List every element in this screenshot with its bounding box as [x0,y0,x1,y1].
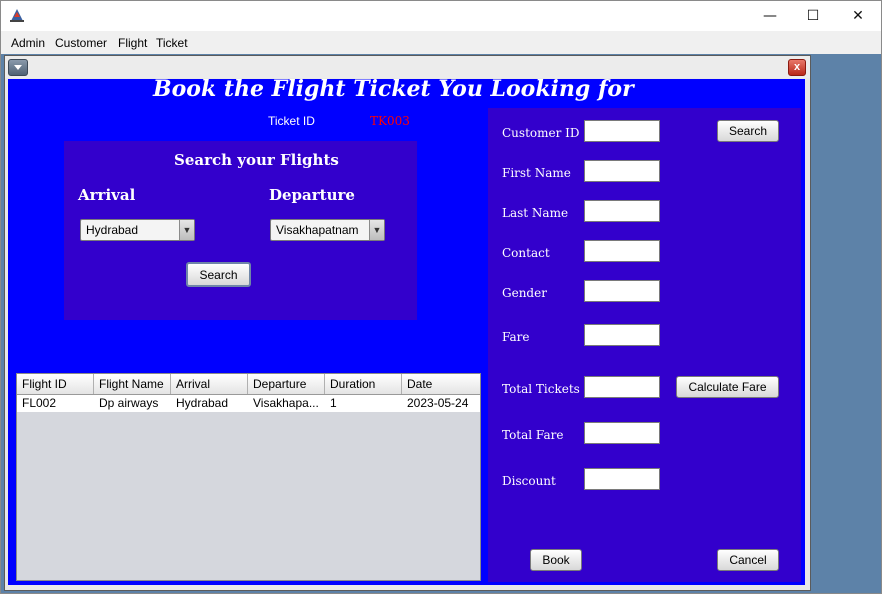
ticket-id-value: TK003 [370,114,410,128]
java-app-icon [9,7,25,23]
column-header-arrival[interactable]: Arrival [171,374,248,394]
arrival-select-value: Hydrabad [86,223,139,237]
ticket-id-label: Ticket ID [268,114,315,128]
column-header-flight-name[interactable]: Flight Name [94,374,171,394]
contact-field[interactable] [584,240,660,262]
page-title: Book the Flight Ticket You Looking for [153,76,634,102]
cell-duration: 1 [330,396,337,410]
menu-flight[interactable]: Flight [118,36,147,50]
column-header-departure[interactable]: Departure [248,374,325,394]
discount-label: Discount [502,474,556,488]
customer-id-label: Customer ID [502,126,580,140]
internal-frame-titlebar[interactable]: x [5,56,810,78]
departure-select[interactable]: Visakhapatnam ▼ [270,219,385,241]
gender-label: Gender [502,286,547,300]
search-flights-button[interactable]: Search [186,262,251,287]
column-header-duration[interactable]: Duration [325,374,402,394]
customer-panel: Customer ID Search First Name Last Name … [488,108,801,582]
cancel-button[interactable]: Cancel [717,549,779,571]
maximize-button[interactable]: ☐ [790,1,836,31]
last-name-field[interactable] [584,200,660,222]
table-header: Flight ID Flight Name Arrival Departure … [17,374,480,395]
close-icon: x [793,61,801,73]
cell-departure: Visakhapa... [253,396,319,410]
customer-id-field[interactable] [584,120,660,142]
close-window-button[interactable]: ✕ [835,1,881,31]
dropdown-arrow-icon[interactable]: ▼ [179,220,194,240]
flights-table[interactable]: Flight ID Flight Name Arrival Departure … [16,373,481,581]
column-header-date[interactable]: Date [402,374,480,394]
cell-arrival: Hydrabad [176,396,229,410]
arrival-label: Arrival [78,186,136,204]
fare-field[interactable] [584,324,660,346]
contact-label: Contact [502,246,550,260]
minimize-button[interactable]: — [747,1,793,31]
last-name-label: Last Name [502,206,569,220]
departure-label: Departure [269,186,355,204]
title-bar[interactable]: — ☐ ✕ [1,1,881,31]
cell-flight-id: FL002 [22,396,57,410]
total-tickets-label: Total Tickets [502,382,580,396]
booking-content: Book the Flight Ticket You Looking for T… [8,76,805,585]
total-fare-label: Total Fare [502,428,564,442]
dropdown-arrow-icon[interactable]: ▼ [369,220,384,240]
first-name-label: First Name [502,166,571,180]
frame-close-button[interactable]: x [788,59,806,76]
search-panel-title: Search your Flights [174,151,339,169]
gender-field[interactable] [584,280,660,302]
total-tickets-field[interactable] [584,376,660,398]
first-name-field[interactable] [584,160,660,182]
column-header-flight-id[interactable]: Flight ID [17,374,94,394]
total-fare-field[interactable] [584,422,660,444]
fare-label: Fare [502,330,530,344]
menu-ticket[interactable]: Ticket [156,36,188,50]
cell-flight-name: Dp airways [99,396,159,410]
chevron-down-icon [14,65,22,70]
frame-menu-button[interactable] [8,59,28,76]
calculate-fare-button[interactable]: Calculate Fare [676,376,779,398]
book-button[interactable]: Book [530,549,582,571]
menu-bar: Admin Customer Flight Ticket [1,33,881,53]
close-icon: ✕ [852,8,864,24]
discount-field[interactable] [584,468,660,490]
table-row[interactable]: FL002 Dp airways Hydrabad Visakhapa... 1… [17,395,480,412]
customer-search-button[interactable]: Search [717,120,779,142]
internal-frame: x Book the Flight Ticket You Looking for… [4,55,811,591]
minimize-icon: — [763,8,777,24]
cell-date: 2023-05-24 [407,396,469,410]
departure-select-value: Visakhapatnam [276,223,359,237]
menu-admin[interactable]: Admin [11,36,45,50]
flight-search-panel: Search your Flights Arrival Departure Hy… [64,141,417,320]
arrival-select[interactable]: Hydrabad ▼ [80,219,195,241]
menu-customer[interactable]: Customer [55,36,107,50]
maximize-icon: ☐ [806,8,820,24]
